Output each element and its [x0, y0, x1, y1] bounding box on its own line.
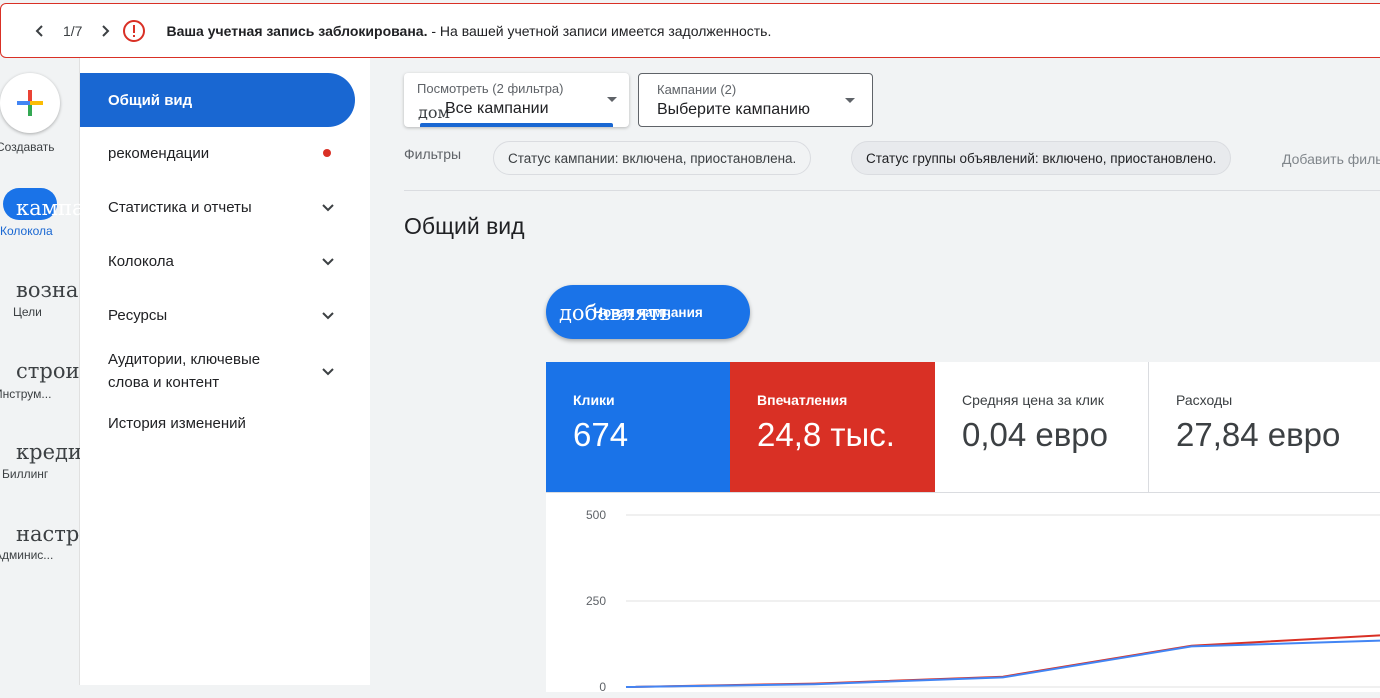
y-tick-label: 500: [586, 508, 606, 522]
create-label: Создавать: [0, 140, 55, 154]
metric-cards: Клики 674 Впечатления 24,8 тыс. Средняя …: [546, 362, 1380, 492]
view-filter-label: Посмотреть (2 фильтра): [417, 81, 564, 96]
sidenav-item-label: Ресурсы: [108, 306, 168, 324]
side-navigation: Общий вид рекомендации Статистика и отче…: [80, 58, 370, 685]
main-content: Посмотреть (2 фильтра) дом Все кампании …: [370, 58, 1380, 694]
account-blocked-alert: 1/7 Ваша учетная запись заблокирована. -…: [0, 3, 1380, 58]
plus-icon: [17, 90, 43, 116]
dropdown-arrow-icon: [845, 98, 855, 103]
add-filter-button[interactable]: Добавить фильтр: [1282, 151, 1380, 167]
page-title: Общий вид: [404, 213, 525, 239]
sidenav-item-reports[interactable]: Статистика и отчеты: [80, 192, 355, 222]
metric-label: Клики: [573, 392, 615, 408]
view-filter-value: Все кампании: [445, 100, 549, 117]
rail-item-goals-label[interactable]: Цели: [13, 305, 42, 319]
rail-item-campaigns-glyph[interactable]: кампа: [16, 196, 80, 220]
metric-card-cost[interactable]: Расходы 27,84 евро: [1149, 362, 1380, 492]
metric-label: Средняя цена за клик: [962, 392, 1104, 408]
rail-item-tools-glyph[interactable]: строи: [16, 359, 80, 383]
view-filter-dropdown[interactable]: Посмотреть (2 фильтра) дом Все кампании: [404, 73, 629, 127]
campaign-dropdown-value: Выберите кампанию: [657, 101, 810, 118]
series-line-1: [625, 639, 1380, 688]
alert-counter: 1/7: [63, 22, 83, 39]
sidenav-item-label: Колокола: [108, 252, 174, 270]
y-tick-label: 0: [599, 680, 606, 693]
metric-label: Впечатления: [757, 392, 848, 408]
chevron-down-icon: [322, 204, 334, 212]
create-button[interactable]: [0, 73, 60, 133]
rail-item-billing-label[interactable]: Биллинг: [2, 467, 48, 481]
rail-item-admin-glyph[interactable]: настр: [16, 522, 80, 546]
sidenav-item-label: рекомендации: [108, 144, 210, 162]
new-campaign-label: Новая кампания: [593, 304, 703, 320]
metric-card-avg-cpc[interactable]: Средняя цена за клик 0,04 евро: [935, 362, 1149, 492]
campaign-dropdown[interactable]: Кампании (2) Выберите кампанию: [638, 73, 873, 127]
alert-title: Ваша учетная запись заблокирована.: [166, 22, 428, 39]
active-underline: [420, 123, 613, 127]
rail-item-goals-glyph[interactable]: возна: [16, 278, 80, 302]
adgroup-status-filter-chip[interactable]: Статус группы объявлений: включено, прио…: [851, 141, 1232, 175]
campaign-status-filter-chip[interactable]: Статус кампании: включена, приостановлен…: [493, 141, 812, 175]
metric-value: 27,84 евро: [1176, 416, 1341, 453]
metric-label: Расходы: [1176, 392, 1233, 408]
nav-rail: Создавать кампа Колокола возна Цели стро…: [0, 58, 80, 685]
sidenav-item-audiences[interactable]: Аудитории, ключевые слова и контент: [80, 346, 355, 396]
sidenav-item-overview[interactable]: Общий вид: [80, 73, 355, 127]
metric-card-impressions[interactable]: Впечатления 24,8 тыс.: [730, 362, 935, 492]
sidenav-item-label: Общий вид: [108, 91, 193, 109]
chevron-right-icon[interactable]: [94, 20, 116, 42]
performance-chart: 500 250 0: [546, 492, 1380, 694]
performance-chart-svg: 500 250 0: [586, 508, 1380, 694]
new-campaign-button[interactable]: добавлять Новая кампания: [546, 285, 750, 339]
chevron-left-icon[interactable]: [29, 20, 51, 42]
alert-message: Ваша учетная запись заблокирована. - На …: [166, 23, 771, 39]
sidenav-item-label: История изменений: [108, 414, 246, 432]
rail-item-campaigns-label[interactable]: Колокола: [0, 224, 53, 238]
dropdown-arrow-icon: [607, 97, 617, 102]
metric-value: 674: [573, 416, 629, 453]
notification-dot: [323, 149, 331, 157]
y-tick-label: 250: [586, 594, 606, 608]
chevron-down-icon: [322, 312, 334, 320]
chevron-down-icon: [322, 258, 334, 266]
metric-value: 0,04 евро: [962, 416, 1108, 453]
sidenav-item-recommendations[interactable]: рекомендации: [80, 138, 355, 168]
metric-card-clicks[interactable]: Клики 674: [546, 362, 730, 492]
metric-value: 24,8 тыс.: [757, 416, 895, 453]
alert-text: - На вашей учетной записи имеется задолж…: [427, 22, 772, 39]
campaign-dropdown-label: Кампании (2): [657, 82, 737, 97]
sidenav-item-change-history[interactable]: История изменений: [80, 408, 355, 438]
filters-label: Фильтры: [404, 146, 462, 162]
chevron-down-icon: [322, 368, 334, 376]
sidenav-item-assets[interactable]: Ресурсы: [80, 300, 355, 330]
error-icon: [122, 19, 146, 43]
filters-divider: [404, 190, 1380, 191]
rail-item-billing-glyph[interactable]: креди: [16, 440, 80, 464]
rail-item-tools-label[interactable]: Инструм...: [0, 387, 51, 401]
sidenav-item-campaigns[interactable]: Колокола: [80, 246, 355, 276]
rail-item-admin-label[interactable]: Админис...: [0, 548, 53, 562]
alert-pager: 1/7: [29, 20, 116, 42]
sidenav-item-label: Аудитории, ключевые слова и контент: [108, 351, 261, 391]
sidenav-item-label: Статистика и отчеты: [108, 198, 252, 216]
